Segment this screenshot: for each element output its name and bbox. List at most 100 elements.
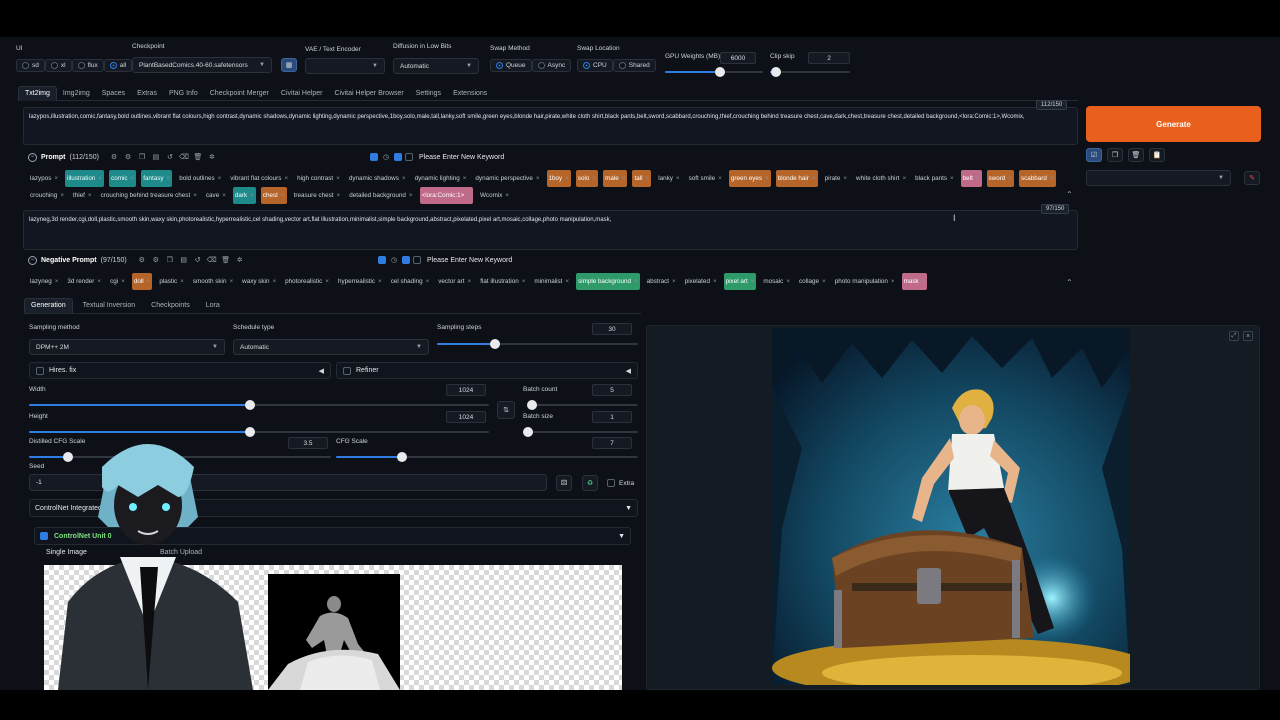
config-icon[interactable]: ✲: [235, 255, 245, 265]
tab-png-info[interactable]: PNG Info: [163, 87, 204, 101]
remove-icon[interactable]: ×: [467, 192, 471, 199]
height-input[interactable]: 1024: [446, 411, 486, 423]
keyword-chip[interactable]: crouching behind treasure chest ×: [99, 187, 199, 204]
remove-icon[interactable]: ×: [60, 192, 64, 199]
trash-icon[interactable]: 🗑: [193, 152, 203, 162]
diffusion-select[interactable]: Automatic ▼: [393, 58, 479, 74]
keyword-chip[interactable]: fantasy ×: [141, 170, 173, 187]
ui-option-sd[interactable]: sd: [16, 59, 45, 72]
remove-icon[interactable]: ×: [88, 192, 92, 199]
remove-icon[interactable]: ×: [891, 278, 895, 285]
remove-icon[interactable]: ×: [713, 278, 717, 285]
swap-location-cpu[interactable]: CPU: [577, 59, 613, 72]
clock-icon[interactable]: ◷: [389, 255, 399, 265]
hires-fix-panel[interactable]: Hires. fix ◀: [29, 362, 331, 379]
keyword-chip[interactable]: cave ×: [204, 187, 228, 204]
remove-icon[interactable]: ×: [463, 175, 467, 182]
extra-toggle[interactable]: Extra: [607, 479, 634, 487]
keyword-chip[interactable]: lazypos ×: [28, 170, 60, 187]
keyword-chip[interactable]: high contrast ×: [295, 170, 342, 187]
sampling-steps-input[interactable]: 30: [592, 323, 632, 335]
remove-icon[interactable]: ×: [843, 175, 847, 182]
remove-icon[interactable]: ×: [522, 278, 526, 285]
keyword-chip[interactable]: tall ×: [632, 170, 652, 187]
keyword-chip[interactable]: lanky ×: [656, 170, 681, 187]
checkpoint-select[interactable]: PlantBasedComics.40-60.safetensors ▼: [132, 57, 272, 73]
negative-prompt-textarea[interactable]: lazyneg,3d render,cgi,doll,plastic,smoot…: [23, 210, 1078, 250]
keyword-chip[interactable]: comic ×: [109, 170, 137, 187]
keyword-chip[interactable]: Wcomix ×: [478, 187, 511, 204]
remove-icon[interactable]: ×: [902, 175, 906, 182]
remove-icon[interactable]: ×: [337, 192, 341, 199]
remove-icon[interactable]: ×: [765, 175, 769, 182]
remove-icon[interactable]: ×: [131, 175, 135, 182]
remove-icon[interactable]: ×: [98, 175, 102, 182]
keyword-chip[interactable]: cgi ×: [108, 273, 127, 290]
width-slider[interactable]: [29, 400, 489, 410]
subtab-generation[interactable]: Generation: [24, 298, 73, 313]
config-icon[interactable]: ✲: [207, 152, 217, 162]
remove-icon[interactable]: ×: [250, 192, 254, 199]
collapse-icon[interactable]: −: [28, 255, 37, 265]
history-icon[interactable]: ↺: [165, 152, 175, 162]
remove-icon[interactable]: ×: [229, 278, 233, 285]
keyword-chip[interactable]: mask ×: [901, 273, 928, 290]
paste-icon[interactable]: ▤: [151, 152, 161, 162]
keyword-chip[interactable]: simple background ×: [576, 273, 640, 290]
remove-icon[interactable]: ×: [218, 175, 222, 182]
tab-img2img[interactable]: Img2img: [57, 87, 96, 101]
trash-icon[interactable]: 🗑: [221, 255, 231, 265]
keyword-chip[interactable]: illustration ×: [65, 170, 105, 187]
prompt-textarea[interactable]: lazypos,illustration,comic,fantasy,bold …: [23, 107, 1078, 145]
width-input[interactable]: 1024: [446, 384, 486, 396]
tab-spaces[interactable]: Spaces: [96, 87, 131, 101]
remove-icon[interactable]: ×: [950, 175, 954, 182]
ui-option-all[interactable]: all: [103, 59, 133, 72]
remove-icon[interactable]: ×: [426, 278, 430, 285]
keyword-chip[interactable]: black pants ×: [913, 170, 956, 187]
remove-icon[interactable]: ×: [646, 175, 650, 182]
remove-icon[interactable]: ×: [812, 175, 816, 182]
keyword-chip[interactable]: lazyneg ×: [28, 273, 60, 290]
remove-icon[interactable]: ×: [536, 175, 540, 182]
keyword-chip[interactable]: minimalist ×: [532, 273, 571, 290]
remove-icon[interactable]: ×: [180, 278, 184, 285]
keyword-chip[interactable]: crouching ×: [28, 187, 66, 204]
tab-extensions[interactable]: Extensions: [447, 87, 493, 101]
random-seed-button[interactable]: ⚄: [556, 475, 572, 491]
keyword-chip[interactable]: abstract ×: [645, 273, 678, 290]
tab-civitai-helper-browser[interactable]: Civitai Helper Browser: [329, 87, 410, 101]
gear-icon[interactable]: ⚙: [123, 152, 133, 162]
keyword-chip[interactable]: <lora:Comic:1> ×: [419, 187, 473, 204]
remove-icon[interactable]: ×: [822, 278, 826, 285]
remove-icon[interactable]: ×: [325, 278, 329, 285]
keyword-chip[interactable]: dark ×: [232, 187, 256, 204]
swap-method-queue[interactable]: Queue: [490, 59, 532, 72]
batch-count-input[interactable]: 5: [592, 384, 632, 396]
remove-icon[interactable]: ×: [222, 192, 226, 199]
tab-checkpoint-merger[interactable]: Checkpoint Merger: [204, 87, 275, 101]
settings-icon[interactable]: ⚙: [109, 152, 119, 162]
scroll-up-icon[interactable]: ⌃: [1066, 190, 1073, 199]
clip-skip-input[interactable]: 2: [808, 52, 850, 64]
keyword-chip[interactable]: detailed background ×: [347, 187, 414, 204]
keyword-chip[interactable]: pixel art ×: [723, 273, 757, 290]
keyword-chip[interactable]: green eyes ×: [728, 170, 771, 187]
keyword-chip[interactable]: waxy skin ×: [240, 273, 278, 290]
clip-skip-slider[interactable]: [770, 67, 850, 77]
remove-icon[interactable]: ×: [272, 278, 276, 285]
sampling-steps-slider[interactable]: [437, 339, 638, 349]
keyword-chip[interactable]: pixelated ×: [683, 273, 719, 290]
copy-button[interactable]: ❐: [1107, 148, 1123, 162]
clipboard-button[interactable]: 📋: [1149, 148, 1165, 162]
checkbox-icon[interactable]: [413, 256, 421, 264]
remove-icon[interactable]: ×: [97, 278, 101, 285]
keyword-chip[interactable]: thief ×: [71, 187, 94, 204]
keyword-chip[interactable]: sword ×: [986, 170, 1014, 187]
remove-icon[interactable]: ×: [378, 278, 382, 285]
batch-size-input[interactable]: 1: [592, 411, 632, 423]
remove-icon[interactable]: ×: [54, 175, 58, 182]
keyword-chip[interactable]: hyperrealistic ×: [336, 273, 384, 290]
hires-checkbox[interactable]: [36, 366, 44, 375]
copy-icon[interactable]: ❐: [137, 152, 147, 162]
